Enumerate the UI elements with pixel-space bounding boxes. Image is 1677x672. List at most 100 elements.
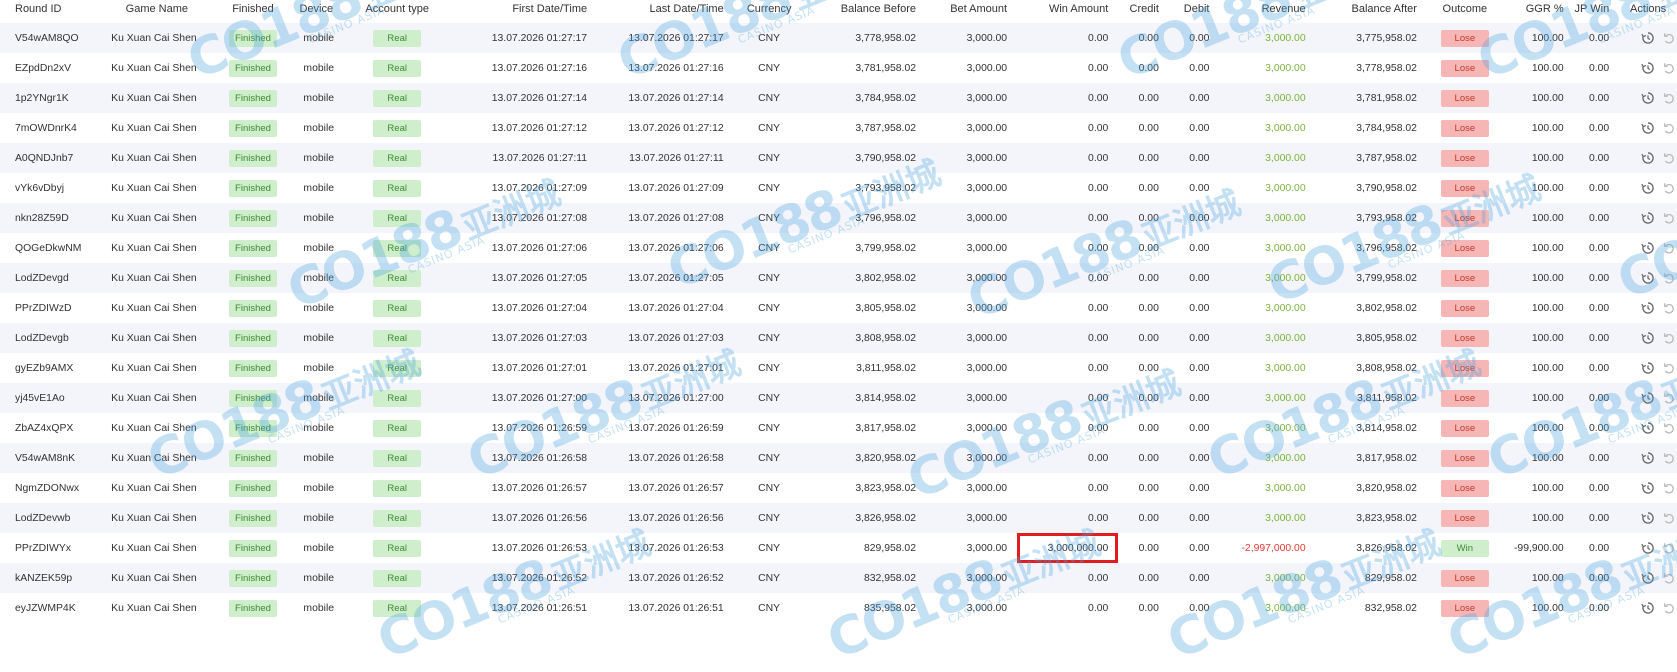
- undo-icon[interactable]: [1662, 241, 1676, 255]
- col-round-id[interactable]: Round ID: [0, 0, 97, 23]
- history-icon[interactable]: [1641, 331, 1655, 345]
- col-debit[interactable]: Debit: [1168, 0, 1220, 23]
- history-icon[interactable]: [1641, 91, 1655, 105]
- history-icon[interactable]: [1641, 301, 1655, 315]
- history-icon[interactable]: [1641, 31, 1655, 45]
- history-icon[interactable]: [1641, 541, 1655, 555]
- history-icon[interactable]: [1641, 481, 1655, 495]
- undo-icon[interactable]: [1662, 421, 1676, 435]
- table-row[interactable]: eyJZWMP4K Ku Xuan Cai Shen Finished mobile R…: [0, 593, 1677, 623]
- history-icon[interactable]: [1641, 361, 1655, 375]
- outcome-badge: Win: [1440, 539, 1489, 557]
- cell-game-name: Ku Xuan Cai Shen: [96, 293, 218, 323]
- table-row[interactable]: QOGeDkwNM Ku Xuan Cai Shen Finished mobile R…: [0, 233, 1677, 263]
- table-row[interactable]: yj45vE1Ao Ku Xuan Cai Shen Finished mobile R…: [0, 383, 1677, 413]
- undo-icon[interactable]: [1662, 151, 1676, 165]
- table-row[interactable]: gyEZb9AMX Ku Xuan Cai Shen Finished mobile R…: [0, 353, 1677, 383]
- col-bet-amount[interactable]: Bet Amount: [926, 0, 1018, 23]
- undo-icon[interactable]: [1662, 331, 1676, 345]
- cell-balance-before: 3,796,958.02: [804, 203, 926, 233]
- table-row[interactable]: NgmZDONwx Ku Xuan Cai Shen Finished mobile R…: [0, 473, 1677, 503]
- cell-round-id: 1p2YNgr1K: [0, 83, 97, 113]
- undo-icon[interactable]: [1662, 541, 1676, 555]
- cell-balance-before: 3,814,958.02: [804, 383, 926, 413]
- cell-ggr: 100.00: [1502, 413, 1574, 443]
- table-row[interactable]: V54wAM8QO Ku Xuan Cai Shen Finished mobile R…: [0, 23, 1677, 53]
- undo-icon[interactable]: [1662, 451, 1676, 465]
- cell-ggr: 100.00: [1502, 53, 1574, 83]
- col-revenue[interactable]: Revenue: [1219, 0, 1316, 23]
- table-row[interactable]: PPrZDIWYx Ku Xuan Cai Shen Finished mobile R…: [0, 533, 1677, 563]
- undo-icon[interactable]: [1662, 571, 1676, 585]
- col-balance-after[interactable]: Balance After: [1315, 0, 1427, 23]
- history-icon[interactable]: [1641, 151, 1655, 165]
- col-finished[interactable]: Finished: [217, 0, 289, 23]
- history-icon[interactable]: [1641, 451, 1655, 465]
- undo-icon[interactable]: [1662, 31, 1676, 45]
- account-type-badge: Real: [373, 149, 422, 167]
- col-game-name[interactable]: Game Name: [96, 0, 218, 23]
- cell-outcome: Win: [1426, 533, 1503, 563]
- cell-balance-before: 3,826,958.02: [804, 503, 926, 533]
- col-balance-before[interactable]: Balance Before: [804, 0, 926, 23]
- history-icon[interactable]: [1641, 511, 1655, 525]
- undo-icon[interactable]: [1662, 91, 1676, 105]
- cell-last-datetime: 13.07.2026 01:27:12: [597, 113, 734, 143]
- col-ggr[interactable]: GGR %: [1502, 0, 1574, 23]
- history-icon[interactable]: [1641, 181, 1655, 195]
- account-type-badge: Real: [373, 329, 422, 347]
- undo-icon[interactable]: [1662, 121, 1676, 135]
- col-device[interactable]: Device: [288, 0, 345, 23]
- cell-game-name: Ku Xuan Cai Shen: [96, 173, 218, 203]
- undo-icon[interactable]: [1662, 391, 1676, 405]
- account-type-badge: Real: [373, 299, 422, 317]
- cell-account-type: Real: [344, 293, 451, 323]
- table-row[interactable]: LodZDevgb Ku Xuan Cai Shen Finished mobile R…: [0, 323, 1677, 353]
- col-last-datetime[interactable]: Last Date/Time: [597, 0, 734, 23]
- outcome-badge: Lose: [1440, 389, 1489, 407]
- table-row[interactable]: 7mOWDnrK4 Ku Xuan Cai Shen Finished mobile R…: [0, 113, 1677, 143]
- col-jp-win[interactable]: JP Win: [1573, 0, 1620, 23]
- undo-icon[interactable]: [1662, 61, 1676, 75]
- col-currency[interactable]: Currency: [733, 0, 805, 23]
- history-icon[interactable]: [1641, 211, 1655, 225]
- table-row[interactable]: kANZEK59p Ku Xuan Cai Shen Finished mobile R…: [0, 563, 1677, 593]
- table-row[interactable]: vYk6vDbyj Ku Xuan Cai Shen Finished mobile R…: [0, 173, 1677, 203]
- undo-icon[interactable]: [1662, 511, 1676, 525]
- col-win-amount[interactable]: Win Amount: [1017, 0, 1119, 23]
- history-icon[interactable]: [1641, 61, 1655, 75]
- table-row[interactable]: LodZDevwb Ku Xuan Cai Shen Finished mobile R…: [0, 503, 1677, 533]
- cell-device: mobile: [288, 23, 345, 53]
- history-icon[interactable]: [1641, 571, 1655, 585]
- history-icon[interactable]: [1641, 421, 1655, 435]
- table-row[interactable]: V54wAM8nK Ku Xuan Cai Shen Finished mobile R…: [0, 443, 1677, 473]
- table-row[interactable]: LodZDevgd Ku Xuan Cai Shen Finished mobile R…: [0, 263, 1677, 293]
- undo-icon[interactable]: [1662, 361, 1676, 375]
- cell-account-type: Real: [344, 473, 451, 503]
- cell-jp-win: 0.00: [1573, 263, 1620, 293]
- table-row[interactable]: A0QNDJnb7 Ku Xuan Cai Shen Finished mobile R…: [0, 143, 1677, 173]
- undo-icon[interactable]: [1662, 301, 1676, 315]
- undo-icon[interactable]: [1662, 481, 1676, 495]
- cell-round-id: EZpdDn2xV: [0, 53, 97, 83]
- col-account-type[interactable]: Account type: [344, 0, 451, 23]
- history-icon[interactable]: [1641, 601, 1655, 615]
- history-icon[interactable]: [1641, 271, 1655, 285]
- table-row[interactable]: 1p2YNgr1K Ku Xuan Cai Shen Finished mobile R…: [0, 83, 1677, 113]
- undo-icon[interactable]: [1662, 271, 1676, 285]
- undo-icon[interactable]: [1662, 211, 1676, 225]
- col-outcome[interactable]: Outcome: [1426, 0, 1503, 23]
- undo-icon[interactable]: [1662, 601, 1676, 615]
- col-first-datetime[interactable]: First Date/Time: [450, 0, 598, 23]
- cell-device: mobile: [288, 503, 345, 533]
- table-row[interactable]: EZpdDn2xV Ku Xuan Cai Shen Finished mobile R…: [0, 53, 1677, 83]
- history-icon[interactable]: [1641, 241, 1655, 255]
- history-icon[interactable]: [1641, 391, 1655, 405]
- table-row[interactable]: ZbAZ4xQPX Ku Xuan Cai Shen Finished mobile R…: [0, 413, 1677, 443]
- history-icon[interactable]: [1641, 121, 1655, 135]
- cell-ggr: 100.00: [1502, 563, 1574, 593]
- undo-icon[interactable]: [1662, 181, 1676, 195]
- col-credit[interactable]: Credit: [1118, 0, 1169, 23]
- table-row[interactable]: PPrZDIWzD Ku Xuan Cai Shen Finished mobile R…: [0, 293, 1677, 323]
- table-row[interactable]: nkn28Z59D Ku Xuan Cai Shen Finished mobile R…: [0, 203, 1677, 233]
